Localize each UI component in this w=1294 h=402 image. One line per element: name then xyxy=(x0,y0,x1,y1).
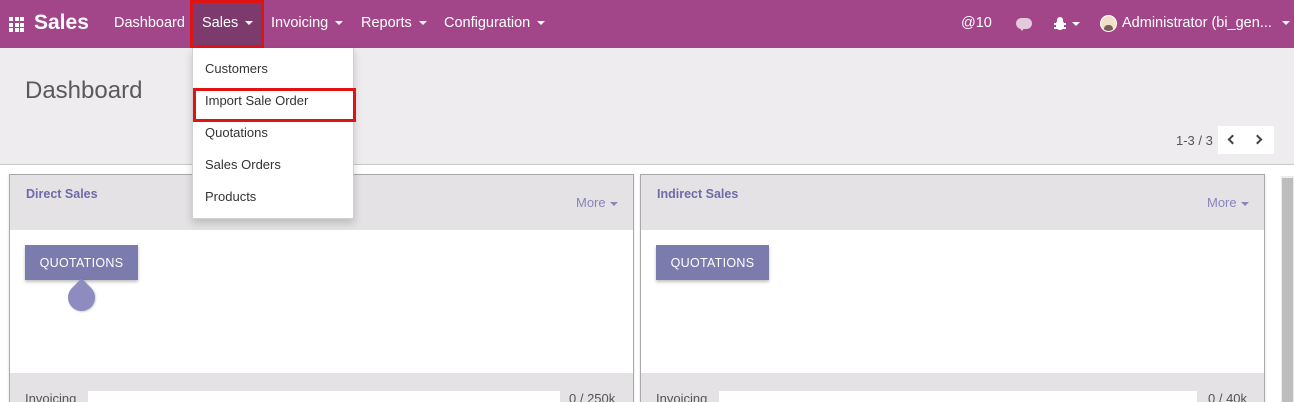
menu-item-label: Import Sale Order xyxy=(205,93,309,108)
invoicing-label: Invoicing xyxy=(656,391,708,402)
nav-reports-label: Reports xyxy=(361,15,412,31)
quotations-button[interactable]: QUOTATIONS xyxy=(25,245,138,280)
bug-icon[interactable] xyxy=(1054,17,1066,30)
page-title: Dashboard xyxy=(25,77,143,104)
top-navbar: Sales Dashboard Sales Invoicing Reports … xyxy=(0,0,1294,48)
user-menu[interactable]: Administrator (bi_gen... xyxy=(1122,15,1290,31)
pager-value[interactable]: 1-3 / 3 xyxy=(1176,133,1213,148)
team-name[interactable]: Direct Sales xyxy=(26,187,98,201)
invoicing-progress-bar xyxy=(88,391,560,402)
app-brand: Sales xyxy=(34,11,89,34)
more-label: More xyxy=(576,195,606,210)
menu-item-label: Quotations xyxy=(205,125,268,140)
sales-app: Sales Dashboard Sales Invoicing Reports … xyxy=(0,0,1294,402)
sales-dropdown-menu: Customers Import Sale Order Quotations S… xyxy=(192,48,356,219)
nav-sales-menu[interactable]: Sales xyxy=(202,15,254,31)
menu-item-customers[interactable]: Customers xyxy=(193,55,353,83)
menu-item-label: Customers xyxy=(205,61,268,76)
invoicing-progress-bar xyxy=(719,391,1197,402)
apps-grid-icon[interactable] xyxy=(9,17,24,32)
scrollbar-thumb[interactable] xyxy=(1282,178,1293,402)
caret-down-icon xyxy=(335,21,344,26)
user-avatar[interactable] xyxy=(1100,15,1117,32)
caret-down-icon xyxy=(1281,21,1290,26)
quotations-button-label: QUOTATIONS xyxy=(39,255,124,270)
caret-down-icon xyxy=(418,21,427,26)
more-menu-button[interactable]: More xyxy=(576,195,618,210)
caret-down-icon xyxy=(1240,201,1249,206)
chat-bubbles-icon[interactable] xyxy=(1016,18,1032,31)
pager-next-button[interactable] xyxy=(1246,126,1274,154)
menu-item-quotations[interactable]: Quotations xyxy=(193,119,353,147)
menu-item-import-sale-order[interactable]: Import Sale Order xyxy=(193,87,353,115)
drag-handle-drop-icon[interactable] xyxy=(62,278,101,317)
nav-invoicing-label: Invoicing xyxy=(271,15,329,31)
nav-configuration-label: Configuration xyxy=(444,15,531,31)
invoicing-progress-value: 0 / 40k xyxy=(1208,391,1248,402)
team-card-footer: Invoicing 0 / 250k xyxy=(10,373,633,402)
caret-down-icon[interactable] xyxy=(1072,22,1080,26)
more-menu-button[interactable]: More xyxy=(1207,195,1249,210)
chevron-right-icon xyxy=(1252,134,1263,145)
nav-sales-label: Sales xyxy=(202,15,239,31)
team-card-indirect-sales: Indirect Sales More QUOTATIONS Invoicing… xyxy=(640,174,1265,402)
chevron-left-icon xyxy=(1227,134,1238,145)
caret-down-icon xyxy=(245,21,254,26)
quotations-button-label: QUOTATIONS xyxy=(670,255,755,270)
user-name: Administrator (bi_gen... xyxy=(1122,15,1272,31)
invoicing-label: Invoicing xyxy=(25,391,77,402)
nav-reports-menu[interactable]: Reports xyxy=(361,15,427,31)
caret-down-icon xyxy=(609,201,618,206)
nav-invoicing-menu[interactable]: Invoicing xyxy=(271,15,344,31)
menu-item-label: Sales Orders xyxy=(205,157,281,172)
team-card-header: Indirect Sales More xyxy=(641,175,1264,230)
nav-configuration-menu[interactable]: Configuration xyxy=(444,15,546,31)
invoicing-progress-value: 0 / 250k xyxy=(569,391,616,402)
team-name[interactable]: Indirect Sales xyxy=(657,187,738,201)
nav-dashboard[interactable]: Dashboard xyxy=(114,15,185,31)
caret-down-icon xyxy=(537,21,546,26)
menu-item-products[interactable]: Products xyxy=(193,183,353,211)
notifications-counter[interactable]: @10 xyxy=(961,15,992,31)
team-card-footer: Invoicing 0 / 40k xyxy=(641,373,1264,402)
nav-dashboard-label: Dashboard xyxy=(114,15,185,31)
menu-item-label: Products xyxy=(205,189,257,204)
pager-previous-button[interactable] xyxy=(1218,126,1246,154)
quotations-button[interactable]: QUOTATIONS xyxy=(656,245,769,280)
more-label: More xyxy=(1207,195,1237,210)
menu-item-sales-orders[interactable]: Sales Orders xyxy=(193,151,353,179)
